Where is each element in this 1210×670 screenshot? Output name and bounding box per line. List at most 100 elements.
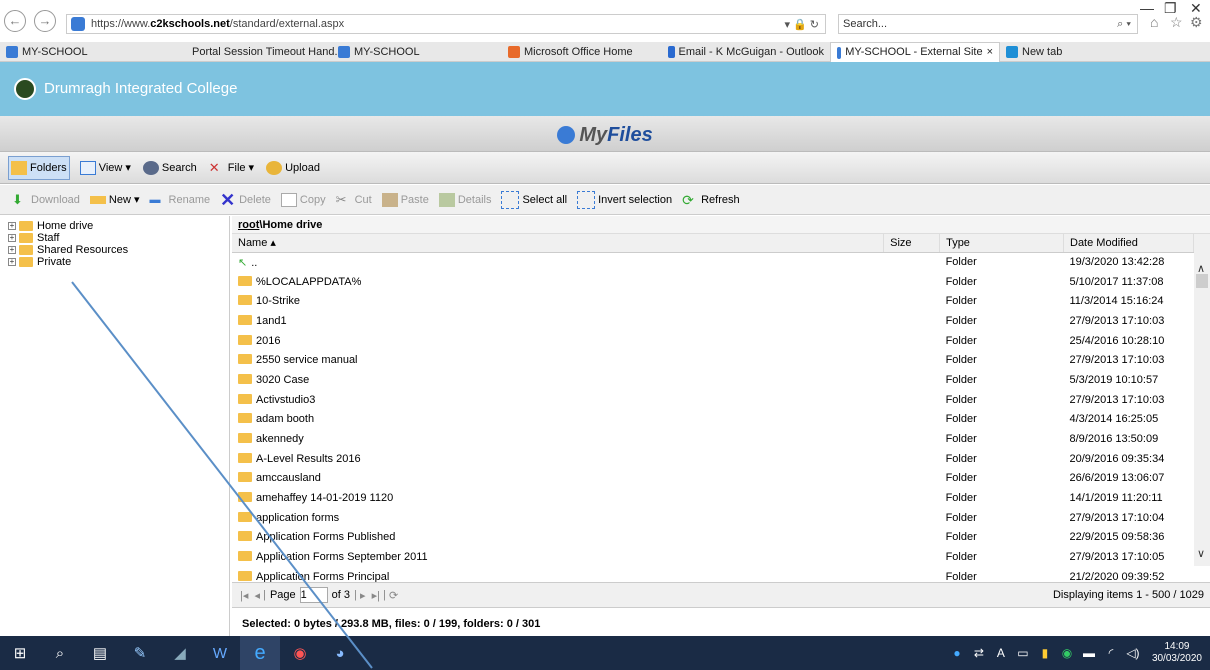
tray-wifi-icon[interactable]: ◜ (1100, 646, 1122, 660)
file-row[interactable]: 3020 Case Folder 5/3/2019 10:10:57 (232, 370, 1194, 390)
file-row[interactable]: ↖.. Folder 19/3/2020 13:42:28 (232, 252, 1194, 272)
prev-page-icon[interactable]: ◂ (255, 589, 261, 602)
app-notes-icon[interactable]: ◢ (160, 636, 200, 670)
start-windows-icon[interactable]: ⊞ (0, 636, 40, 670)
tree-item[interactable]: + Staff (0, 232, 229, 244)
myschool-app-icon[interactable]: ◕ (320, 636, 360, 670)
expand-icon[interactable]: + (8, 234, 16, 242)
file-row[interactable]: Activstudio3 Folder 27/9/2013 17:10:03 (232, 390, 1194, 410)
tray-sync-icon[interactable]: ⇄ (968, 646, 990, 660)
browser-tab[interactable]: Email - K McGuigan - Outlook (662, 42, 830, 62)
file-row[interactable]: 2016 Folder 25/4/2016 10:28:10 (232, 331, 1194, 351)
page-number-input[interactable] (299, 587, 328, 603)
back-button[interactable]: ← (4, 10, 26, 32)
next-page-icon[interactable]: ▸ (360, 589, 366, 602)
main-toolbar: Folders View ▾ Search ✕ File ▾ Upload (0, 152, 1210, 184)
folder-icon (238, 492, 252, 503)
word-icon[interactable]: W (200, 636, 240, 670)
scroll-thumb[interactable] (1196, 274, 1208, 288)
home-icon[interactable]: ⌂ (1150, 14, 1158, 30)
tray-battery-icon[interactable]: ▬ (1078, 646, 1100, 660)
cut-button[interactable]: ✂ Cut (334, 188, 374, 212)
file-row[interactable]: %LOCALAPPDATA% Folder 5/10/2017 11:37:08 (232, 272, 1194, 292)
browser-search-input[interactable]: Search... ⌕ ▾ (838, 14, 1138, 34)
folders-button[interactable]: Folders (8, 155, 70, 180)
download-button[interactable]: ⬇ Download (10, 188, 82, 212)
tree-item[interactable]: + Private (0, 256, 229, 268)
search-icon[interactable]: ⌕ ▾ (1117, 15, 1131, 33)
tree-item[interactable]: + Shared Resources (0, 244, 229, 256)
details-button[interactable]: Details (437, 188, 494, 212)
items-display: Displaying items 1 - 500 / 1029 (1052, 589, 1204, 601)
settings-gear-icon[interactable]: ⚙ (1190, 14, 1203, 31)
file-type-cell: Folder (945, 413, 977, 426)
tray-security-icon[interactable]: ▮ (1034, 646, 1056, 660)
file-name-cell: %LOCALAPPDATA% (232, 272, 884, 292)
internet-explorer-icon[interactable]: e (240, 636, 280, 670)
taskbar-search-icon[interactable]: ⌕ (40, 636, 80, 670)
browser-tab[interactable]: New tab (1000, 42, 1100, 62)
file-row[interactable]: akennedy Folder 8/9/2016 13:50:09 (232, 429, 1194, 449)
file-date-cell: 8/9/2016 13:50:09 (1069, 433, 1159, 446)
forward-button[interactable]: → (34, 10, 56, 32)
file-row[interactable]: 2550 service manual Folder 27/9/2013 17:10… (232, 350, 1194, 370)
browser-tab[interactable]: MY-SCHOOL (0, 42, 182, 62)
column-date-header[interactable]: Date Modified (1063, 234, 1194, 253)
file-button[interactable]: ✕ File ▾ (207, 156, 256, 180)
browser-tab[interactable]: Microsoft Office Home (502, 42, 662, 62)
address-controls[interactable]: ▾ 🔒 ↻ (784, 18, 819, 31)
app-paint-icon[interactable]: ✎ (120, 636, 160, 670)
column-size-header[interactable]: Size (883, 234, 941, 253)
tree-item[interactable]: + Home drive (0, 220, 229, 232)
column-name-header[interactable]: Name ▴ (232, 234, 885, 253)
tray-update-icon[interactable]: ◉ (1056, 646, 1078, 660)
vertical-scrollbar[interactable]: ∧ ∨ (1194, 234, 1210, 566)
delete-button[interactable]: ✕ Delete (218, 188, 273, 212)
file-row[interactable]: amehaffey 14-01-2019 1120 Folder 14/1/2019… (232, 488, 1194, 508)
chrome-icon[interactable]: ◉ (280, 636, 320, 670)
expand-icon[interactable]: + (8, 258, 16, 266)
upload-button[interactable]: Upload (264, 156, 322, 180)
refresh-button[interactable]: ⟳ Refresh (680, 188, 742, 212)
tab-close-icon[interactable]: × (987, 43, 993, 62)
folder-icon (238, 433, 252, 444)
file-row[interactable]: 1and1 Folder 27/9/2013 17:10:03 (232, 311, 1194, 331)
file-row[interactable]: adam booth Folder 4/3/2014 16:25:05 (232, 410, 1194, 430)
file-row[interactable]: Application Forms September 2011 Folder 27… (232, 547, 1194, 567)
actions-toolbar: ⬇ Download New ▾ ▬ Rename ✕ Delete Copy ✂ Cu… (0, 185, 1210, 215)
column-type-header[interactable]: Type (939, 234, 1064, 253)
browser-tab[interactable]: MY-SCHOOL (332, 42, 502, 62)
browser-tab[interactable]: Portal Session Timeout Hand... (182, 42, 344, 62)
expand-icon[interactable]: + (8, 222, 16, 230)
search-button[interactable]: Search (141, 156, 199, 180)
select-all-button[interactable]: Select all (499, 188, 569, 212)
file-row[interactable]: 10-Strike Folder 11/3/2014 15:16:24 (232, 291, 1194, 311)
first-page-icon[interactable]: |◂ (240, 589, 248, 602)
favorites-star-icon[interactable]: ☆ (1170, 14, 1183, 31)
file-table: Name ▴ Size Type Date Modified ↖.. Folder… (232, 234, 1194, 587)
rename-button[interactable]: ▬ Rename (148, 188, 213, 212)
task-view-icon[interactable]: ▤ (80, 636, 120, 670)
tray-app-icon[interactable]: ● (946, 646, 968, 660)
expand-icon[interactable]: + (8, 246, 16, 254)
new-button[interactable]: New ▾ (88, 188, 142, 212)
breadcrumb-root-link[interactable]: root (238, 219, 259, 231)
invert-selection-button[interactable]: Invert selection (575, 188, 674, 212)
view-button[interactable]: View ▾ (78, 156, 133, 180)
paste-button[interactable]: Paste (380, 188, 431, 212)
browser-tab[interactable]: MY-SCHOOL - External Site × (830, 42, 1000, 62)
scroll-down-icon[interactable]: ∨ (1197, 547, 1205, 560)
last-page-icon[interactable]: ▸| (372, 589, 380, 602)
tray-display-icon[interactable]: ▭ (1012, 646, 1034, 660)
file-row[interactable]: Application Forms Published Folder 22/9/20… (232, 528, 1194, 548)
file-row[interactable]: A-Level Results 2016 Folder 20/9/2016 09:3… (232, 449, 1194, 469)
file-row[interactable]: amccausland Folder 26/6/2019 13:06:07 (232, 469, 1194, 489)
system-clock[interactable]: 14:09 30/03/2020 (1144, 641, 1210, 665)
tray-volume-icon[interactable]: ◁) (1122, 646, 1144, 660)
reload-icon[interactable]: ⟳ (389, 589, 398, 602)
file-row[interactable]: application forms Folder 27/9/2013 17:10:0… (232, 508, 1194, 528)
address-bar[interactable]: https://www. c2kschools.net/standard/exte… (66, 14, 826, 34)
tray-keyboard-icon[interactable]: A (990, 646, 1012, 660)
search-label: Search (161, 161, 197, 174)
copy-button[interactable]: Copy (279, 188, 328, 212)
